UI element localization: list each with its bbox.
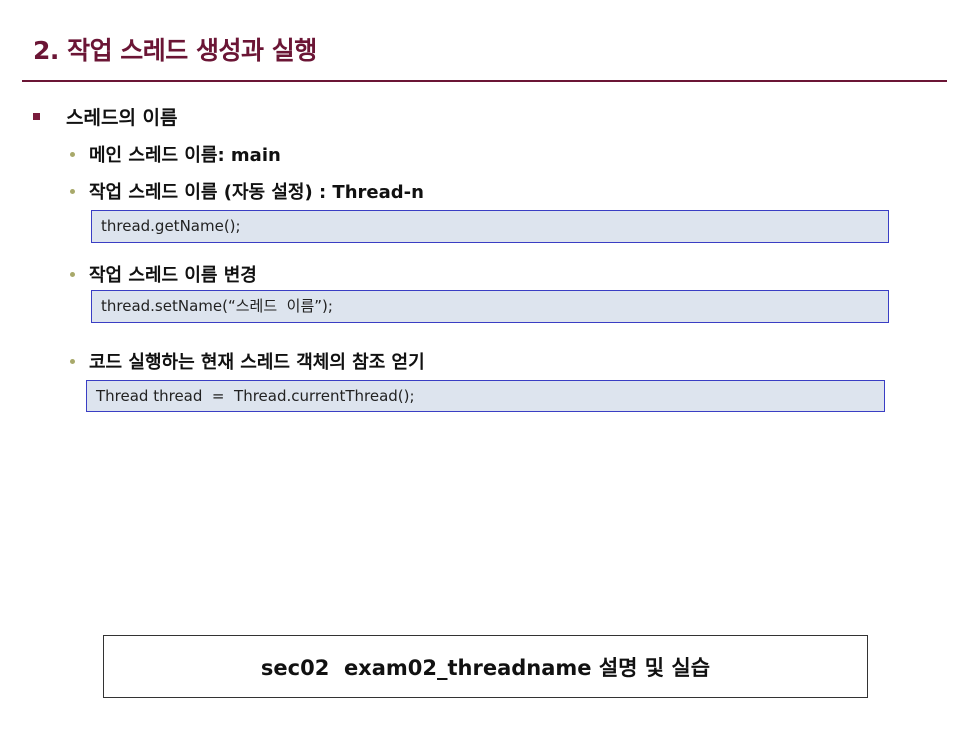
dot-bullet-icon [70,151,75,157]
dot-bullet-icon [70,188,75,194]
slide-title: 2. 작업 스레드 생성과 실행 [33,36,317,65]
main-bullet-label: 스레드의 이름 [66,107,178,129]
sub-bullet-label: 메인 스레드 이름: main [89,145,281,166]
sub-bullet-current-thread: 코드 실행하는 현재 스레드 객체의 참조 얻기 [70,348,425,374]
sub-bullet-label: 작업 스레드 이름 (자동 설정) : Thread-n [89,182,424,203]
title-divider [22,80,947,82]
code-box-get-name: thread.getName(); [91,210,889,243]
square-bullet-icon [33,113,40,120]
dot-bullet-icon [70,271,75,277]
sub-bullet-label: 작업 스레드 이름 변경 [89,265,257,286]
sub-bullet-main-thread-name: 메인 스레드 이름: main [70,141,281,167]
footer-practice-box: sec02 exam02_threadname 설명 및 실습 [103,635,868,698]
dot-bullet-icon [70,358,75,364]
sub-bullet-worker-thread-name: 작업 스레드 이름 (자동 설정) : Thread-n [70,178,424,204]
main-bullet: 스레드의 이름 [33,103,178,130]
sub-bullet-rename-thread: 작업 스레드 이름 변경 [70,261,257,287]
code-box-current-thread: Thread thread = Thread.currentThread(); [86,380,885,412]
code-box-set-name: thread.setName(“스레드 이름”); [91,290,889,323]
sub-bullet-label: 코드 실행하는 현재 스레드 객체의 참조 얻기 [89,352,425,373]
